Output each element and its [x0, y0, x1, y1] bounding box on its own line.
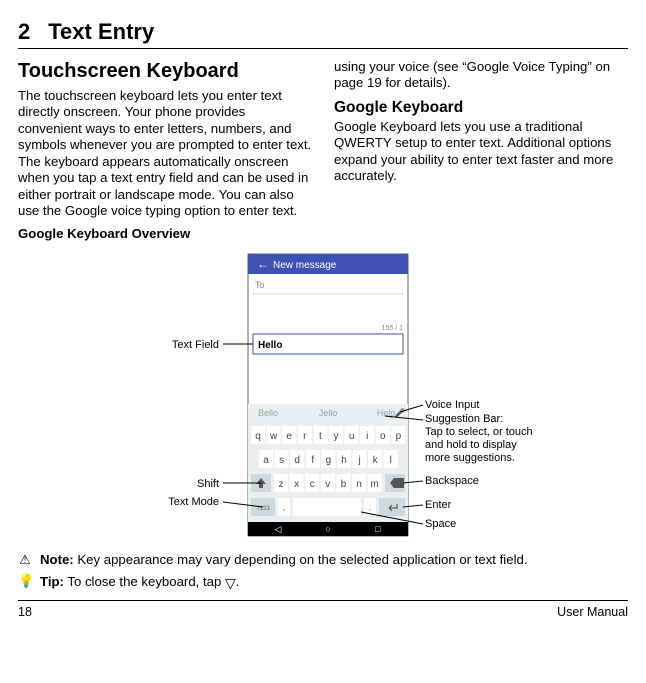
- voice-continuation: using your voice (see “Google Voice Typi…: [334, 59, 628, 92]
- svg-text:p: p: [396, 431, 402, 442]
- svg-text:x: x: [294, 479, 299, 490]
- callout-shift: Shift: [197, 478, 219, 490]
- svg-text:d: d: [294, 455, 300, 466]
- svg-text:n: n: [356, 479, 362, 490]
- spacebar-key: [293, 498, 361, 516]
- section-touchscreen-keyboard: Touchscreen Keyboard: [18, 59, 312, 84]
- tip-text: Tip: To close the keyboard, tap ▽.: [40, 573, 239, 591]
- google-keyboard-body: Google Keyboard lets you use a tradition…: [334, 119, 628, 185]
- callout-suggestion: Suggestion Bar:: [425, 413, 503, 425]
- svg-text:b: b: [341, 479, 347, 490]
- svg-text:c: c: [310, 479, 315, 490]
- suggestion-1: Bello: [258, 408, 278, 418]
- svg-text:h: h: [341, 455, 347, 466]
- tip-row: 💡 Tip: To close the keyboard, tap ▽.: [18, 573, 628, 591]
- nav-home-icon: ○: [325, 524, 330, 534]
- callout-voice: Voice Input: [425, 399, 479, 411]
- svg-text:v: v: [325, 479, 330, 490]
- svg-text:t: t: [319, 431, 322, 442]
- subsection-google-keyboard: Google Keyboard: [334, 98, 628, 117]
- page-number: 18: [18, 605, 32, 621]
- callout-text-field: Text Field: [172, 339, 219, 351]
- screen-title: New message: [273, 260, 337, 271]
- svg-text:e: e: [286, 431, 292, 442]
- bulb-icon: 💡: [18, 573, 32, 589]
- keyboard-figure: ← New message To 155 / 1 Hello Bello Jel…: [18, 252, 628, 542]
- svg-text:g: g: [326, 455, 332, 466]
- svg-text:z: z: [279, 479, 284, 490]
- svg-text:y: y: [334, 431, 339, 442]
- callout-text-mode: Text Mode: [168, 496, 219, 508]
- callout-suggestion-3: and hold to display: [425, 439, 517, 451]
- nav-back-icon: ◁: [275, 524, 282, 534]
- to-placeholder: To: [255, 280, 265, 290]
- note-text: Note: Key appearance may vary depending …: [40, 552, 528, 569]
- footer: 18 User Manual: [18, 600, 628, 621]
- svg-text:o: o: [380, 431, 386, 442]
- suggestion-2: Jello: [319, 408, 338, 418]
- svg-text:j: j: [357, 455, 360, 466]
- nabla-icon: ▽: [225, 575, 236, 593]
- mic-icon: 🎤: [394, 407, 405, 418]
- svg-text:a: a: [263, 455, 269, 466]
- callout-suggestion-2: Tap to select, or touch: [425, 426, 533, 438]
- svg-text:m: m: [370, 479, 378, 490]
- doc-title: User Manual: [557, 605, 628, 621]
- svg-text:l: l: [390, 455, 392, 466]
- back-arrow-icon: ←: [257, 257, 269, 271]
- nav-recent-icon: □: [375, 524, 381, 534]
- chapter-title-text: Text Entry: [48, 18, 154, 46]
- char-counter: 155 / 1: [382, 325, 404, 332]
- touchscreen-body: The touchscreen keyboard lets you enter …: [18, 88, 312, 220]
- callout-space: Space: [425, 518, 456, 530]
- svg-text:i: i: [366, 431, 368, 442]
- chapter-heading: 2 Text Entry: [18, 18, 628, 49]
- typed-text: Hello: [258, 340, 282, 351]
- svg-text:f: f: [311, 455, 314, 466]
- svg-text:q: q: [255, 431, 261, 442]
- callout-enter: Enter: [425, 499, 452, 511]
- svg-text:u: u: [349, 431, 355, 442]
- svg-text:s: s: [279, 455, 284, 466]
- chapter-number: 2: [18, 18, 30, 46]
- svg-text:w: w: [269, 431, 278, 442]
- overview-label: Google Keyboard Overview: [18, 226, 312, 243]
- callout-suggestion-4: more suggestions.: [425, 452, 515, 464]
- svg-text:.: .: [369, 502, 372, 512]
- callout-backspace: Backspace: [425, 475, 479, 487]
- svg-text:,: ,: [283, 502, 286, 512]
- note-row: ⚠ Note: Key appearance may vary dependin…: [18, 552, 628, 569]
- warning-icon: ⚠: [18, 552, 32, 568]
